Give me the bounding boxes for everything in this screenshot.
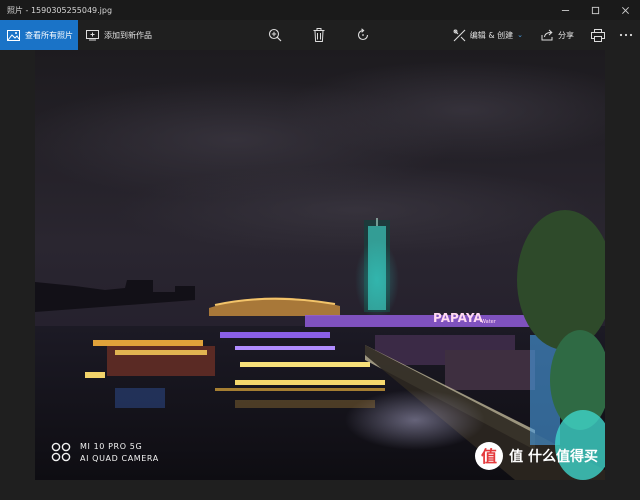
camera-watermark: MI 10 PRO 5G AI QUAD CAMERA — [50, 441, 159, 463]
chevron-down-icon: ⌄ — [517, 31, 523, 39]
edit-create-icon — [453, 29, 466, 41]
maximize-icon — [591, 6, 599, 14]
add-creation-icon — [86, 29, 99, 41]
print-icon — [591, 28, 605, 42]
more-options-button[interactable] — [612, 20, 640, 50]
add-to-new-work-label: 添加到新作品 — [104, 30, 152, 40]
window-title: 照片 - 1590305255049.jpg — [7, 5, 113, 15]
center-tools — [265, 20, 373, 50]
share-button[interactable]: 分享 — [531, 20, 584, 50]
photo-viewer[interactable]: PAPAYA Water MI 10 PRO 5G AI QUAD CAMERA — [35, 50, 605, 480]
close-button[interactable] — [610, 0, 640, 20]
delete-button[interactable] — [309, 20, 329, 50]
delete-icon — [313, 28, 325, 42]
rotate-icon — [357, 28, 369, 41]
minimize-icon — [561, 9, 569, 11]
watermark-model: MI 10 PRO 5G — [80, 441, 143, 451]
maximize-button[interactable] — [580, 0, 610, 20]
neon-sign-text: PAPAYA — [433, 311, 483, 325]
watermark-camera: AI QUAD CAMERA — [80, 453, 159, 463]
close-icon — [621, 6, 629, 14]
brand-watermark: 值 值 什么值得买 — [474, 441, 598, 471]
rotate-button[interactable] — [353, 20, 373, 50]
print-button[interactable] — [584, 20, 612, 50]
edit-create-label: 编辑 & 创建 — [469, 30, 514, 40]
edit-create-button[interactable]: 编辑 & 创建 ⌄ — [445, 20, 531, 50]
night-cityscape-photo: PAPAYA Water — [35, 50, 605, 480]
zoom-in-button[interactable] — [265, 20, 285, 50]
right-tools: 编辑 & 创建 ⌄ 分享 — [445, 20, 640, 50]
view-all-photos-button[interactable]: 查看所有照片 — [0, 20, 78, 50]
toolbar: 查看所有照片 添加到新作品 编辑 & 创建 ⌄ 分享 — [0, 20, 640, 50]
minimize-button[interactable] — [550, 0, 580, 20]
camera-lens-logo-icon — [51, 442, 71, 462]
view-all-photos-label: 查看所有照片 — [25, 30, 73, 40]
share-icon — [541, 29, 553, 41]
svg-text:值: 值 — [481, 447, 497, 466]
photos-app-window: 照片 - 1590305255049.jpg 查看所有照片 添加到新作品 编辑 … — [0, 0, 640, 500]
neon-sign-small-text: Water — [481, 319, 497, 325]
brand-logo-icon: 值 — [475, 442, 504, 470]
more-icon — [619, 33, 633, 37]
title-bar: 照片 - 1590305255049.jpg — [0, 0, 640, 20]
zoom-in-icon — [268, 28, 282, 42]
watermark-text: MI 10 PRO 5G AI QUAD CAMERA — [80, 442, 159, 463]
brand-text: 值 什么值得买 — [509, 449, 598, 465]
photo-gallery-icon — [7, 29, 20, 41]
share-label: 分享 — [558, 30, 574, 40]
add-to-new-work-button[interactable]: 添加到新作品 — [78, 20, 152, 50]
